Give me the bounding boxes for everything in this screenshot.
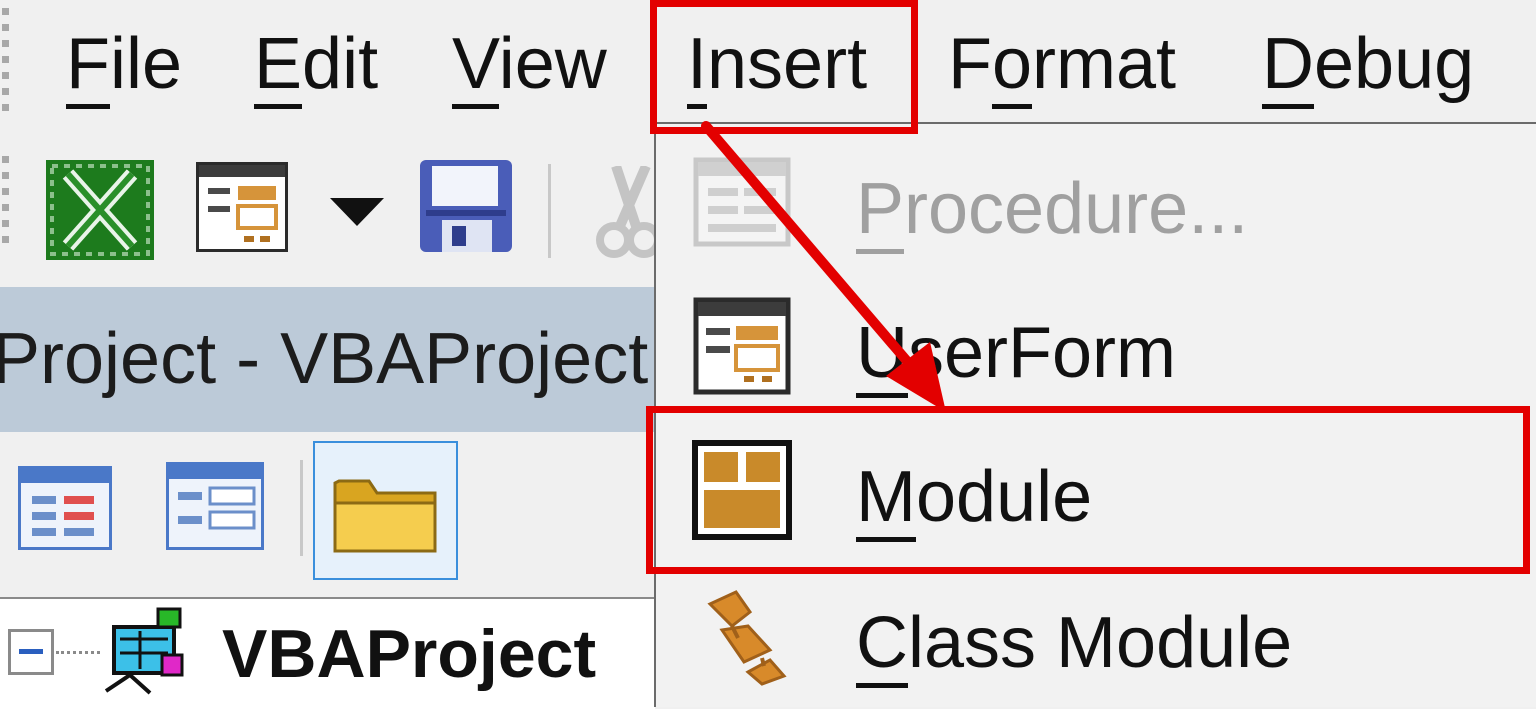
module-item-highlight [646, 406, 1530, 574]
menu-item-class-module[interactable]: Class Module [856, 598, 1292, 688]
menu-view[interactable]: View [452, 24, 607, 109]
view-object-icon[interactable] [166, 462, 264, 550]
menu-format[interactable]: Format [948, 24, 1176, 109]
menu-debug[interactable]: Debug [1262, 24, 1474, 109]
excel-icon[interactable] [46, 160, 154, 260]
toolbar-separator [548, 164, 551, 258]
menu-item-userform[interactable]: UserForm [856, 308, 1176, 398]
tree-root-label[interactable]: VBAProject [222, 609, 596, 699]
project-explorer-title: Project - VBAProject [0, 287, 655, 432]
menu-file[interactable]: File [66, 24, 182, 109]
tree-collapse-toggle[interactable] [8, 629, 54, 675]
userform-icon[interactable] [196, 162, 288, 252]
menu-item-procedure[interactable]: Procedure... [856, 164, 1248, 254]
cut-icon[interactable] [596, 166, 656, 258]
vbaproject-icon [104, 607, 184, 695]
menu-edit[interactable]: Edit [254, 24, 378, 109]
save-icon[interactable] [420, 160, 512, 252]
class-module-icon [707, 590, 787, 686]
standard-toolbar [0, 140, 656, 280]
project-toolbar-separator [300, 460, 303, 556]
project-tree: VBAProject [0, 597, 655, 709]
toggle-folders-icon [333, 479, 437, 553]
dropdown-arrow-icon[interactable] [330, 198, 384, 228]
tree-connector [56, 651, 100, 654]
toolbar-grip[interactable] [2, 156, 14, 252]
insert-menu-highlight [650, 0, 918, 134]
minus-icon [19, 649, 43, 654]
userform-menu-icon [693, 297, 791, 395]
view-code-icon[interactable] [18, 466, 112, 550]
procedure-icon [693, 157, 791, 247]
toggle-folders-button[interactable] [313, 441, 458, 580]
project-explorer-title-text: Project - VBAProject [0, 319, 649, 399]
menubar-grip[interactable] [2, 8, 14, 120]
